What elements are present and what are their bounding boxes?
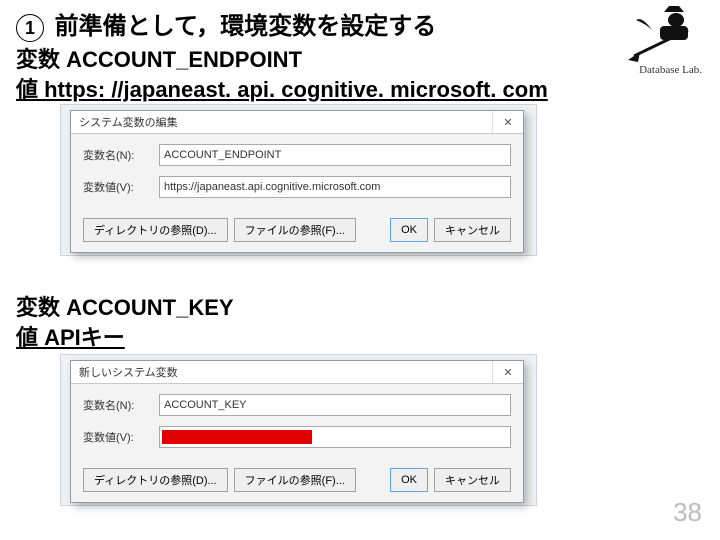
slide-headline: 1 前準備として，環境変数を設定する (16, 6, 436, 42)
dialog-titlebar: システム変数の編集 ✕ (71, 111, 523, 134)
cancel-button[interactable]: キャンセル (434, 218, 511, 242)
browse-file-label: ファイルの参照(F)... (245, 222, 345, 238)
browse-file-label: ファイルの参照(F)... (245, 472, 345, 488)
headline-text: 前準備として，環境変数を設定する (55, 13, 437, 40)
logo-witch: Database Lab. (622, 6, 702, 76)
browse-dir-label: ディレクトリの参照(D)... (94, 222, 217, 238)
ok-label: OK (401, 474, 417, 486)
var-name-value: ACCOUNT_KEY (164, 399, 247, 411)
close-icon: ✕ (503, 366, 512, 379)
var-name-label: 変数名(N): (83, 147, 159, 163)
redacted-api-key (162, 430, 312, 444)
var-name-label: 変数名(N): (83, 397, 159, 413)
section2-var: 変数 ACCOUNT_KEY (16, 290, 234, 322)
page-number: 38 (673, 497, 702, 528)
section2-val: 値 APIキー (16, 320, 125, 352)
var-value-label: 変数値(V): (83, 429, 159, 445)
browse-dir-button[interactable]: ディレクトリの参照(D)... (83, 468, 228, 492)
browse-dir-button[interactable]: ディレクトリの参照(D)... (83, 218, 228, 242)
ok-button[interactable]: OK (390, 218, 428, 242)
dialog-title: システム変数の編集 (79, 114, 178, 130)
dialog-titlebar: 新しいシステム変数 ✕ (71, 361, 523, 384)
var-value-label: 変数値(V): (83, 179, 159, 195)
cancel-label: キャンセル (445, 472, 500, 488)
section1-var: 変数 ACCOUNT_ENDPOINT (16, 42, 302, 74)
section1-val: 値 https: //japaneast. api. cognitive. mi… (16, 72, 548, 104)
var-name-value: ACCOUNT_ENDPOINT (164, 149, 281, 161)
var-value-value: https://japaneast.api.cognitive.microsof… (164, 181, 380, 193)
var-value-input[interactable] (159, 426, 511, 448)
browse-dir-label: ディレクトリの参照(D)... (94, 472, 217, 488)
close-button[interactable]: ✕ (492, 361, 523, 383)
var-name-input[interactable]: ACCOUNT_ENDPOINT (159, 144, 511, 166)
close-button[interactable]: ✕ (492, 111, 523, 133)
logo-text: Database Lab. (639, 64, 702, 76)
env-var-edit-dialog: システム変数の編集 ✕ 変数名(N): ACCOUNT_ENDPOINT 変数値… (70, 110, 524, 253)
step-number: 1 (16, 14, 44, 42)
ok-label: OK (401, 224, 417, 236)
cancel-button[interactable]: キャンセル (434, 468, 511, 492)
env-var-new-dialog: 新しいシステム変数 ✕ 変数名(N): ACCOUNT_KEY 変数値(V): … (70, 360, 524, 503)
var-name-input[interactable]: ACCOUNT_KEY (159, 394, 511, 416)
browse-file-button[interactable]: ファイルの参照(F)... (234, 218, 356, 242)
var-value-input[interactable]: https://japaneast.api.cognitive.microsof… (159, 176, 511, 198)
close-icon: ✕ (503, 116, 512, 129)
dialog-title: 新しいシステム変数 (79, 364, 178, 380)
cancel-label: キャンセル (445, 222, 500, 238)
browse-file-button[interactable]: ファイルの参照(F)... (234, 468, 356, 492)
ok-button[interactable]: OK (390, 468, 428, 492)
